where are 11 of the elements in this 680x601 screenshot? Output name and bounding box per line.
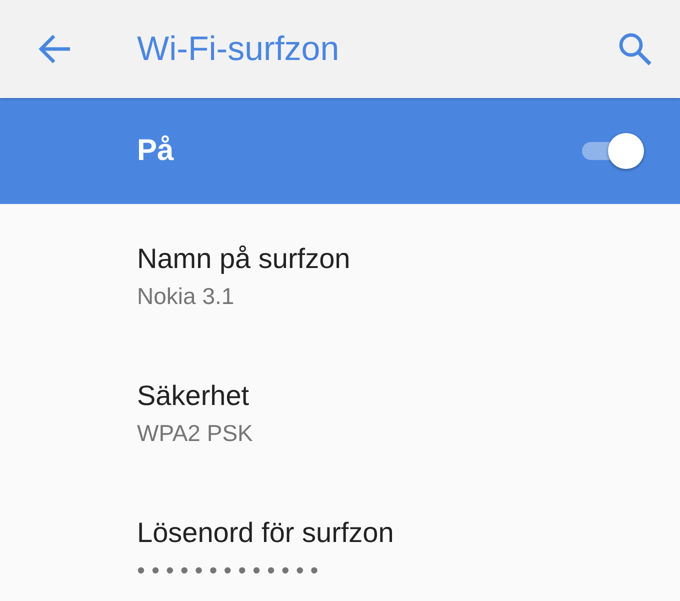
setting-title[interactable]: Säkerhet <box>137 377 680 415</box>
setting-title[interactable]: Lösenord för surfzon <box>137 514 680 552</box>
switch-label: På <box>137 134 175 168</box>
screen-title: Wi-Fi-surfzon <box>137 30 340 68</box>
master-switch-bar[interactable]: På <box>0 98 680 204</box>
setting-summary: • • • • • • • • • • • • • <box>137 556 320 585</box>
search-icon[interactable] <box>618 32 652 66</box>
setting-summary: WPA2 PSK <box>137 419 254 448</box>
setting-summary: Nokia 3.1 <box>137 282 236 311</box>
setting-title[interactable]: Namn på surfzon <box>137 240 680 278</box>
back-arrow-icon[interactable] <box>38 34 72 64</box>
